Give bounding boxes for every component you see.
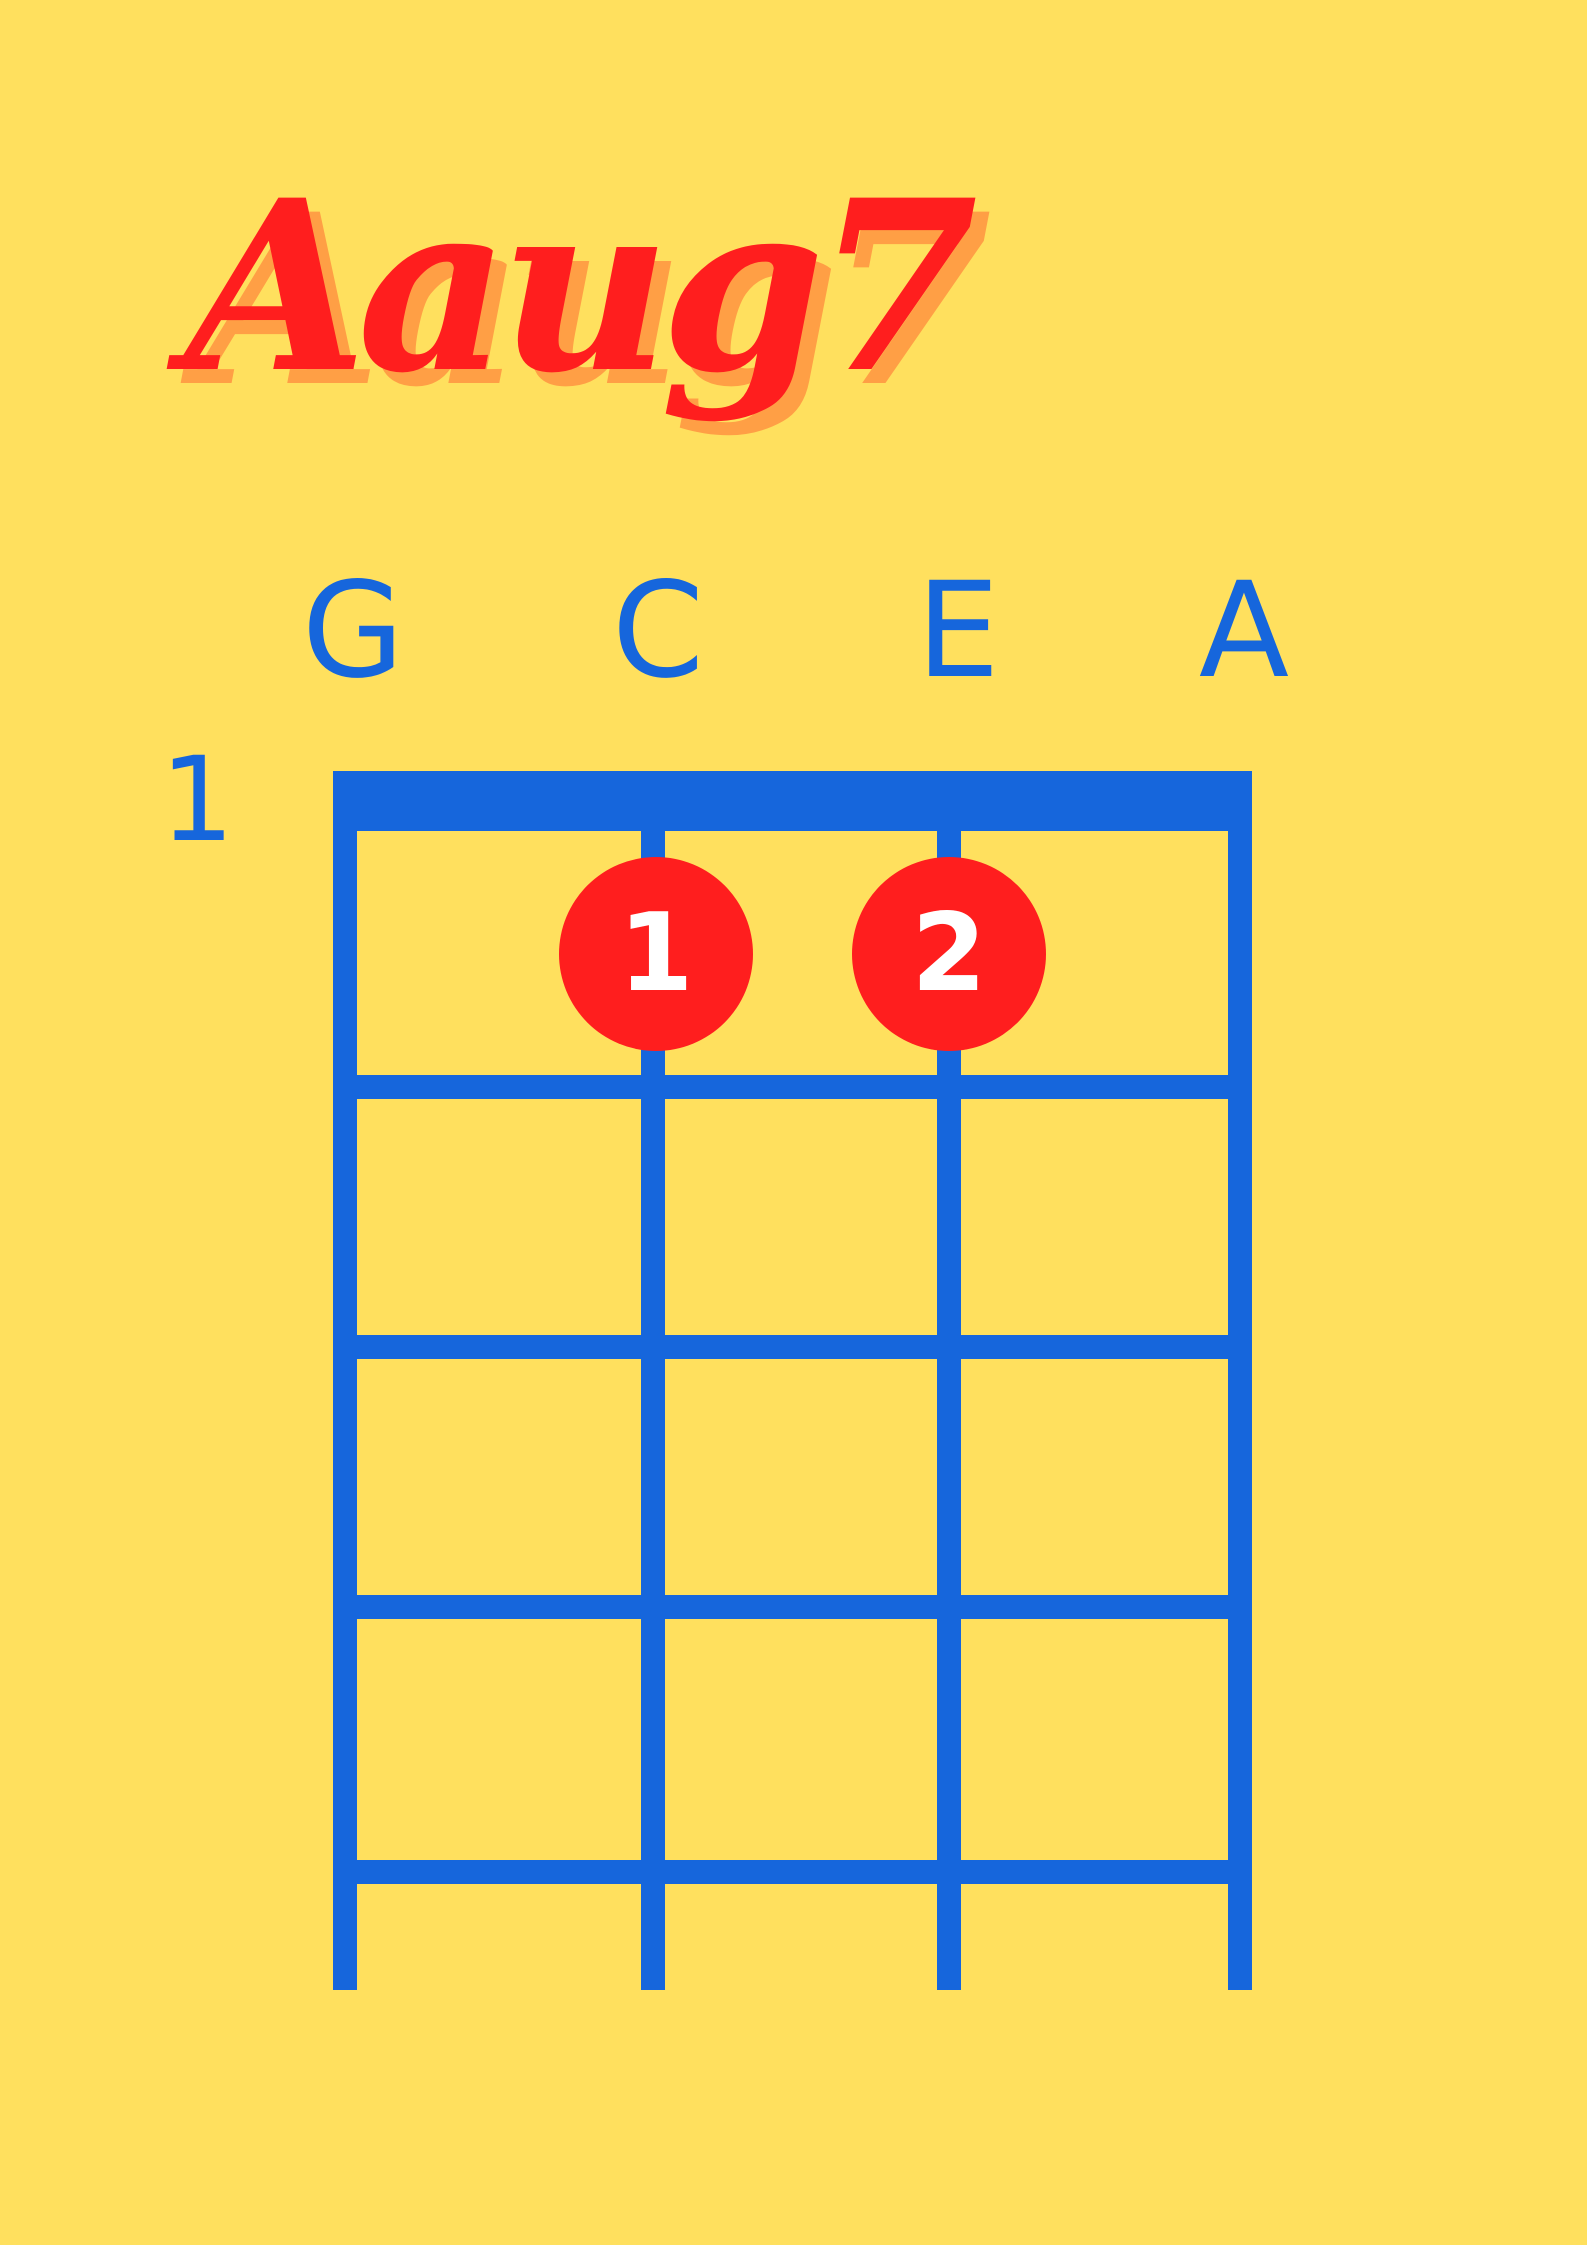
nut [333, 771, 1252, 831]
finger-marker-2: 2 [852, 857, 1046, 1051]
finger-marker-1: 1 [559, 857, 753, 1051]
fret-line-1 [333, 1075, 1252, 1099]
start-fret-number: 1 [160, 731, 235, 868]
string-label-e: E [916, 554, 1000, 708]
string-label-g: G [301, 554, 405, 708]
string-label-a: A [1198, 554, 1290, 708]
fret-line-2 [333, 1335, 1252, 1359]
chord-title: Aaug7 Aaug7 [185, 170, 1185, 490]
string-line-a [1228, 771, 1252, 1990]
finger-marker-2-label: 2 [911, 891, 987, 1016]
string-label-c: C [611, 554, 705, 708]
finger-marker-1-label: 1 [618, 891, 694, 1016]
fret-line-3 [333, 1595, 1252, 1619]
fret-line-4 [333, 1860, 1252, 1884]
string-line-g [333, 771, 357, 1990]
chord-title-text: Aaug7 [185, 149, 978, 425]
chord-chart-page: Aaug7 Aaug7 G C E A 1 1 2 [0, 0, 1587, 2245]
